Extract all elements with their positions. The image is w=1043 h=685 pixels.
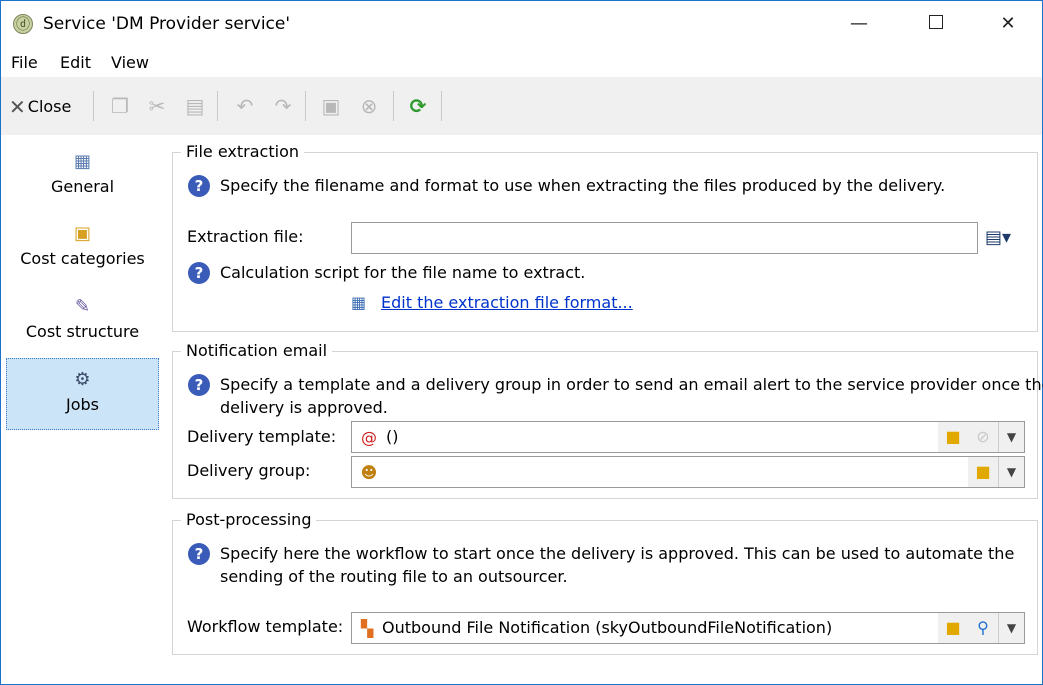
user-group-icon: ☻ [360, 463, 378, 482]
group-title: File extraction [181, 142, 304, 161]
cost-categories-icon: ▣ [73, 223, 91, 244]
sidebar-item-cost-categories[interactable]: ▣ Cost categories [6, 213, 159, 285]
delivery-template-label: Delivery template: [187, 427, 337, 446]
extraction-file-label: Extraction file: [187, 227, 304, 246]
sidebar-item-jobs[interactable]: ⚙ Jobs [6, 358, 159, 430]
menu-edit[interactable]: Edit [60, 53, 91, 72]
minimize-button[interactable]: — [836, 1, 882, 47]
script-editor-icon[interactable]: ▤▾ [985, 227, 1011, 248]
cost-structure-icon: ✎ [74, 296, 91, 317]
folder-icon[interactable]: ■ [968, 457, 998, 487]
delivery-group-field[interactable]: ☻ ■ ▼ [351, 456, 1025, 488]
sidebar-item-label: Cost categories [20, 249, 145, 268]
chevron-down-icon[interactable]: ▼ [998, 422, 1024, 452]
close-window-button[interactable]: ✕ [985, 1, 1031, 47]
folder-icon[interactable]: ■ [938, 422, 968, 452]
extraction-file-input[interactable] [351, 222, 978, 254]
help-icon: ? [188, 175, 210, 197]
maximize-icon [929, 15, 943, 29]
help-icon: ? [188, 262, 210, 284]
edit-extraction-format-link[interactable]: Edit the extraction file format... [381, 293, 633, 312]
general-icon: ▦ [73, 151, 91, 172]
edit-link-icon[interactable]: ⊘ [968, 422, 998, 452]
sidebar: ▦ General ▣ Cost categories ✎ Cost struc… [1, 135, 166, 684]
close-label: Close [27, 97, 72, 116]
toolbar-separator [441, 91, 442, 121]
close-button[interactable]: ✕ Close [9, 95, 71, 119]
post-processing-group: Post-processing ? Specify here the workf… [172, 510, 1038, 655]
workflow-template-field[interactable]: ▚ Outbound File Notification (skyOutboun… [351, 612, 1025, 644]
help-icon: ? [188, 543, 210, 565]
refresh-icon[interactable]: ⟳ [406, 94, 430, 118]
sidebar-item-general[interactable]: ▦ General [6, 141, 159, 213]
notification-email-group: Notification email ? Specify a template … [172, 341, 1043, 499]
help-icon: ? [188, 374, 210, 396]
toolbar-separator [305, 91, 306, 121]
jobs-icon: ⚙ [74, 369, 91, 390]
redo-icon[interactable]: ↷ [271, 94, 295, 118]
window-title: Service 'DM Provider service' [43, 14, 291, 34]
menu-file[interactable]: File [11, 53, 38, 72]
app-icon [13, 14, 33, 34]
undo-icon[interactable]: ↶ [233, 94, 257, 118]
toolbar: ✕ Close ❐ ✂ ▤ ↶ ↷ ▣ ⊗ ⟳ [1, 77, 1042, 135]
email-template-icon: @ [361, 428, 377, 447]
toolbar-separator [93, 91, 94, 121]
help-text: Calculation script for the file name to … [220, 263, 586, 282]
help-text-line1: Specify a template and a delivery group … [220, 375, 1043, 394]
help-text-line2: delivery is approved. [220, 398, 388, 417]
sidebar-item-label: General [50, 177, 115, 196]
toolbar-separator [393, 91, 394, 121]
cancel-icon[interactable]: ⊗ [357, 94, 381, 118]
copy-icon[interactable]: ❐ [108, 94, 132, 118]
delivery-template-value: () [386, 427, 399, 446]
edit-format-icon: ▦ [351, 293, 367, 312]
chevron-down-icon[interactable]: ▼ [998, 457, 1024, 487]
help-text-line2: sending of the routing file to an outsou… [220, 567, 568, 586]
toolbar-separator [217, 91, 218, 121]
help-text: Specify the filename and format to use w… [220, 176, 946, 195]
cut-icon[interactable]: ✂ [145, 94, 169, 118]
menu-view[interactable]: View [111, 53, 149, 72]
main-window: Service 'DM Provider service' — ✕ File E… [0, 0, 1043, 685]
save-icon[interactable]: ▣ [319, 94, 343, 118]
notification-help: ? Specify a template and a delivery grou… [188, 373, 1043, 419]
close-icon: ✕ [9, 95, 26, 119]
sidebar-item-label: Cost structure [25, 322, 140, 341]
title-bar: Service 'DM Provider service' — ✕ [1, 1, 1042, 47]
delivery-group-label: Delivery group: [187, 461, 311, 480]
workflow-template-label: Workflow template: [187, 617, 344, 636]
delivery-template-field[interactable]: @ () ■ ⊘ ▼ [351, 421, 1025, 453]
help-text-line1: Specify here the workflow to start once … [220, 544, 1015, 563]
file-extraction-group: File extraction ? Specify the filename a… [172, 142, 1038, 332]
workflow-template-value: Outbound File Notification (skyOutboundF… [382, 618, 833, 637]
search-icon[interactable]: ⚲ [968, 613, 998, 643]
post-processing-help: ? Specify here the workflow to start onc… [188, 542, 1033, 588]
workflow-icon: ▚ [360, 619, 374, 638]
group-title: Post-processing [181, 510, 317, 529]
group-title: Notification email [181, 341, 333, 360]
folder-icon[interactable]: ■ [938, 613, 968, 643]
chevron-down-icon[interactable]: ▼ [998, 613, 1024, 643]
maximize-button[interactable] [913, 1, 959, 47]
sidebar-item-cost-structure[interactable]: ✎ Cost structure [6, 286, 159, 358]
sidebar-item-label: Jobs [66, 395, 99, 414]
paste-icon[interactable]: ▤ [183, 94, 207, 118]
